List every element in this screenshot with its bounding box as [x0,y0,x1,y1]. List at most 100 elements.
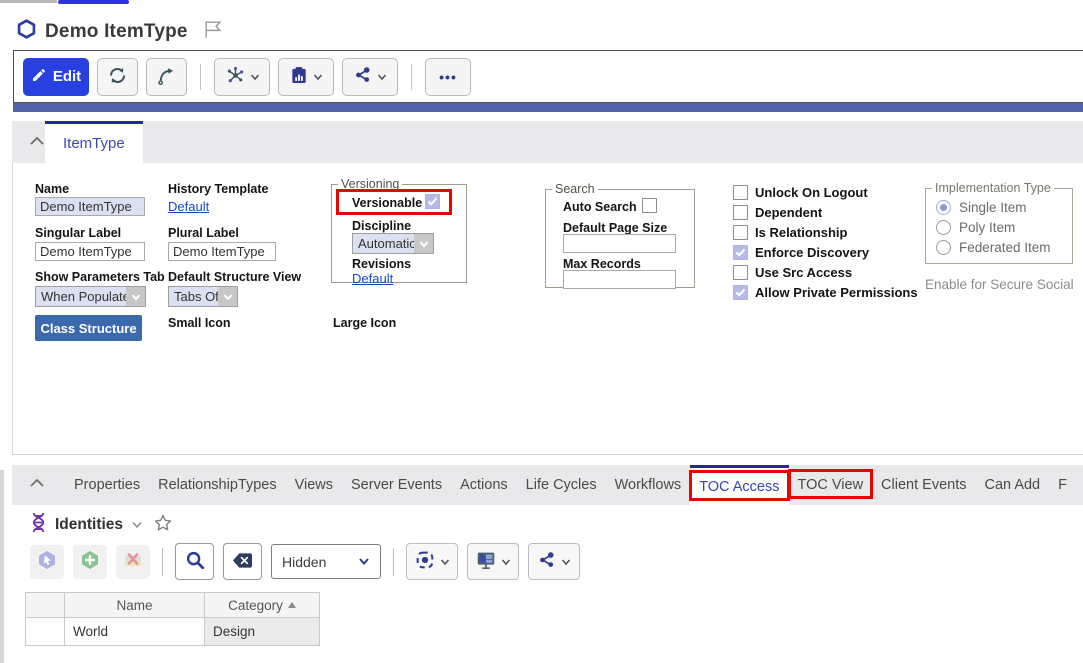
default-structure-view-select[interactable]: Tabs Off [168,286,238,307]
tab-relationshiptypes[interactable]: RelationshipTypes [149,465,286,505]
relationship-tab-strip: Properties RelationshipTypes Views Serve… [12,465,1083,505]
toolbar-separator [411,64,412,90]
clipboard-chart-icon [289,65,309,89]
impl-option-row: Federated Item [936,240,1051,255]
focus-menu-button[interactable] [406,543,458,580]
left-edge-strip [0,470,4,663]
table-row[interactable]: World Design [25,618,320,646]
tab-toc-access[interactable]: TOC Access [690,465,788,505]
share-icon [353,65,373,88]
class-structure-button[interactable]: Class Structure [35,315,142,341]
promote-button[interactable] [146,58,187,96]
share-menu-button[interactable] [342,58,398,96]
versioning-legend: Versioning [338,177,402,191]
dependent-checkbox[interactable] [733,205,748,220]
tab-server-events[interactable]: Server Events [342,465,451,505]
allow-private-permissions-checkbox[interactable] [733,285,748,300]
delete-x-icon [121,548,145,575]
chevron-down-icon [313,69,323,84]
dropdown-arrow-icon [126,287,145,306]
chevron-down-icon [561,554,571,569]
refresh-button[interactable] [97,58,138,96]
reports-menu-button[interactable] [278,58,334,96]
chevron-down-icon [501,554,511,569]
visibility-filter-select[interactable]: Hidden [271,544,381,579]
revisions-link[interactable]: Default [352,271,393,286]
tab-can-add[interactable]: Can Add [975,465,1049,505]
collapse-chevron-icon[interactable] [29,134,45,152]
tab-properties[interactable]: Properties [65,465,149,505]
share-grid-menu-button[interactable] [528,543,580,580]
name-label: Name [35,182,69,196]
title-row: Demo ItemType [16,18,224,45]
search-icon [184,549,206,574]
flag-icon[interactable] [202,19,224,44]
enforce-discovery-checkbox[interactable] [733,245,748,260]
chevron-down-icon [440,554,450,569]
structure-menu-button[interactable] [214,58,270,96]
name-input[interactable] [35,197,145,216]
max-records-input[interactable] [563,270,676,289]
row-handle-header[interactable] [25,592,65,618]
single-item-radio[interactable] [936,200,951,215]
auto-search-checkbox[interactable] [642,198,657,213]
history-template-link[interactable]: Default [168,199,209,214]
singular-label-input[interactable] [35,242,145,261]
clear-search-button[interactable] [223,543,262,580]
plural-label-input[interactable] [168,242,276,261]
chevron-down-icon[interactable] [131,516,143,534]
default-page-size-label: Default Page Size [563,221,667,235]
history-template-label: History Template [168,182,269,196]
flag-row: Dependent [733,205,822,220]
plus-hexagon-icon [78,548,102,575]
delete-item-button-disabled[interactable] [116,545,150,579]
more-actions-button[interactable]: ••• [425,58,471,96]
tab-workflows[interactable]: Workflows [606,465,691,505]
tab-toc-view[interactable]: TOC View [789,465,873,505]
search-button[interactable] [175,543,214,580]
discipline-label: Discipline [352,219,411,233]
row-handle-cell[interactable] [25,618,65,646]
collapse-chevron-icon[interactable] [29,476,45,494]
default-page-size-input[interactable] [563,234,676,253]
show-parameters-tab-select[interactable]: When Populated [35,286,146,307]
curved-arrow-icon [156,65,177,89]
identities-grid: Name Category World Design [25,592,320,646]
add-item-button[interactable] [73,545,107,579]
show-parameters-tab-label: Show Parameters Tab [35,270,165,284]
tab-actions[interactable]: Actions [451,465,517,505]
cell-category[interactable]: Design [205,618,320,646]
select-items-button[interactable] [30,545,64,579]
tab-overflow-partial[interactable]: F [1049,465,1076,505]
dropdown-arrow-icon [218,287,237,306]
tab-life-cycles[interactable]: Life Cycles [517,465,606,505]
auto-search-label: Auto Search [563,200,637,214]
tab-itemtype[interactable]: ItemType [45,121,143,163]
column-header-category[interactable]: Category [205,592,320,618]
discipline-select[interactable]: Automatic [352,233,434,254]
flag-row: Unlock On Logout [733,185,868,200]
active-tab-indicator [58,0,129,4]
default-structure-view-label: Default Structure View [168,270,301,284]
tab-client-events[interactable]: Client Events [872,465,975,505]
federated-item-radio[interactable] [936,240,951,255]
versionable-checkbox[interactable] [425,194,440,209]
unlock-on-logout-checkbox[interactable] [733,185,748,200]
tab-views[interactable]: Views [286,465,342,505]
use-src-access-checkbox[interactable] [733,265,748,280]
column-header-name[interactable]: Name [65,592,205,618]
edit-button[interactable]: Edit [23,58,89,96]
chevron-down-icon [377,69,387,84]
layout-menu-button[interactable] [467,543,519,580]
favorite-star-icon[interactable] [153,513,173,538]
toolbar-separator [393,548,394,576]
poly-item-radio[interactable] [936,220,951,235]
cell-name[interactable]: World [65,618,205,646]
versionable-label: Versionable [352,196,422,210]
is-relationship-checkbox[interactable] [733,225,748,240]
target-icon [414,549,436,574]
ellipsis-icon: ••• [439,69,457,85]
small-icon-label: Small Icon [168,316,231,330]
hub-icon [225,65,246,89]
dna-icon [30,511,47,539]
